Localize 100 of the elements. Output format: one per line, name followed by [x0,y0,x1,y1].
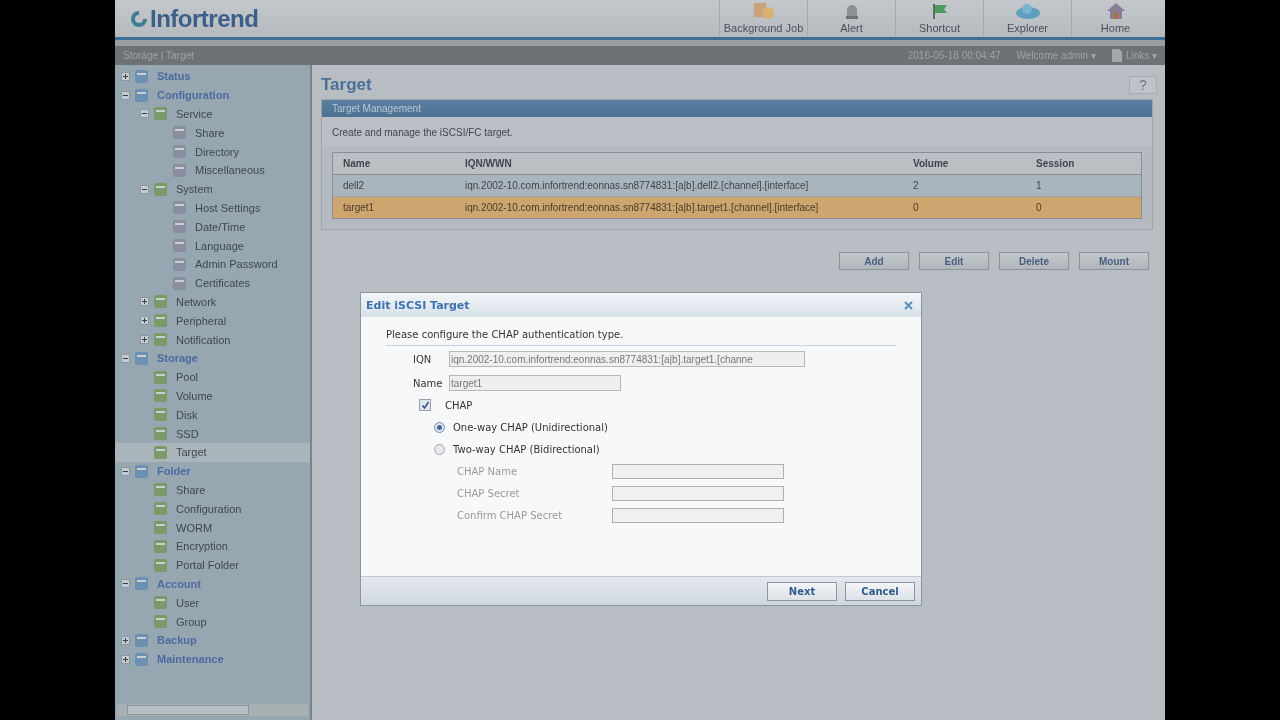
tree-item[interactable]: Group [115,612,310,631]
checkbox-label: CHAP [445,399,473,411]
tree-item[interactable]: Share [115,123,310,143]
tree-item[interactable]: User [115,593,310,613]
table-cell-text: 0 [1036,202,1043,213]
tree-item[interactable]: Target [115,442,310,462]
radio-button[interactable] [434,421,445,433]
expand-icon[interactable] [121,654,130,664]
column-header[interactable]: Volume [913,158,1036,169]
tree-item[interactable]: Configuration [115,85,310,105]
collapse-icon[interactable] [140,109,149,119]
tree-item[interactable]: Storage [115,348,310,368]
document-icon [134,68,149,84]
table-cell-text: iqn.2002-10.com.infortrend:eonnas.sn8774831:[a|b].target1.[channel].[interface] [465,202,820,213]
table-row[interactable]: dell2 iqn.2002-10.com.infortrend:eonnas.sn8774831:[a|b].dell2.[channel].[interface] 2 1 [333,175,1141,197]
tree-item[interactable]: SSD [115,424,310,443]
tree-item[interactable]: Configuration [115,499,310,519]
checkbox[interactable] [419,399,431,411]
document-icon [172,238,187,254]
tree-item[interactable]: Status [115,67,310,86]
document-icon [153,388,168,404]
instruction-text: Please configure the CHAP authentication type. [386,329,896,346]
close-icon[interactable] [904,300,913,310]
document-icon [172,162,187,178]
table-cell-text: target1 [342,202,376,213]
collapse-icon[interactable] [121,579,130,589]
document-icon [1111,49,1122,62]
dialog-button[interactable]: Next [767,581,837,601]
tree-item[interactable]: System [115,179,310,199]
action-button[interactable]: Mount [1079,252,1149,270]
tree-item[interactable]: Encryption [115,536,310,556]
column-header[interactable]: Session [1036,158,1141,169]
field-label: Confirm CHAP Secret [457,509,564,521]
tree-item[interactable]: Directory [115,142,310,161]
expand-icon[interactable] [140,316,149,326]
tree-item[interactable]: Account [115,574,310,594]
document-icon [134,576,149,592]
tree-item[interactable]: Backup [115,630,310,650]
scrollbar[interactable] [117,704,308,716]
document-icon [153,595,168,611]
table-row[interactable]: target1 iqn.2002-10.com.infortrend:eonnas.sn8774831:[a|b].target1.[channel].[interface] 0 0 [333,197,1141,218]
expand-icon[interactable] [121,71,130,81]
expand-icon[interactable] [140,335,149,345]
document-icon [172,200,187,216]
tree-item[interactable]: Maintenance [115,649,310,669]
document-icon [153,294,168,310]
tree-item[interactable]: Portal Folder [115,555,310,575]
table-cell-text: 1 [1036,180,1043,191]
radio-button[interactable] [434,443,445,455]
tree-item[interactable]: Share [115,480,310,500]
document-icon [153,332,168,348]
collapse-icon[interactable] [121,466,130,476]
document-icon [172,275,187,291]
collapse-icon[interactable] [140,184,149,194]
dialog-button[interactable]: Cancel [845,581,915,601]
tree-item[interactable]: Service [115,104,310,124]
document-icon [153,557,168,573]
tree-item[interactable]: Certificates [115,273,310,293]
tree-item[interactable]: Pool [115,367,310,387]
tree-item[interactable]: Host Settings [115,198,310,218]
help-button[interactable]: ? [1129,76,1157,94]
action-button[interactable]: Add [839,252,909,270]
document-icon [153,313,168,329]
document-icon [172,144,187,160]
collapse-icon[interactable] [121,90,130,100]
tree-item[interactable]: Peripheral [115,311,310,331]
document-icon [153,520,168,535]
action-button[interactable]: Edit [919,252,989,270]
tree-item[interactable]: Language [115,236,310,255]
radio-label: One-way CHAP (Unidirectional) [453,421,608,433]
page-title: Target [321,75,372,95]
tree-item[interactable]: Folder [115,461,310,481]
document-icon [153,482,168,498]
home-icon [1105,2,1126,20]
expand-icon[interactable] [121,635,130,645]
flag-icon [930,2,949,20]
document-icon [134,651,149,667]
action-button[interactable]: Delete [999,252,1069,270]
input-field[interactable]: iqn.2002-10.com.infortrend:eonnas.sn8774831:[a|b].target1.[channe [449,351,805,367]
document-icon [134,350,149,366]
tree-item[interactable]: Admin Password [115,254,310,274]
table-cell-text: 2 [913,180,920,191]
expand-icon[interactable] [140,297,149,307]
document-icon [134,87,149,103]
tree-item[interactable]: Date/Time [115,217,310,237]
tree-item[interactable]: Volume [115,386,310,406]
tree-item[interactable]: Miscellaneous [115,161,310,180]
collapse-icon[interactable] [121,353,130,363]
logo-icon [129,8,149,29]
column-header[interactable]: Name [333,158,465,169]
column-header[interactable]: IQN/WWN [465,158,913,169]
tree-item[interactable]: Network [115,292,310,312]
radio-label: Two-way CHAP (Bidirectional) [453,443,600,455]
input-field[interactable]: target1 [449,375,621,391]
document-icon [172,125,187,141]
tree-item[interactable]: WORM [115,518,310,537]
tree-item[interactable]: Notification [115,330,310,349]
document-icon [153,106,168,122]
document-icon [153,501,168,517]
tree-item[interactable]: Disk [115,405,310,425]
